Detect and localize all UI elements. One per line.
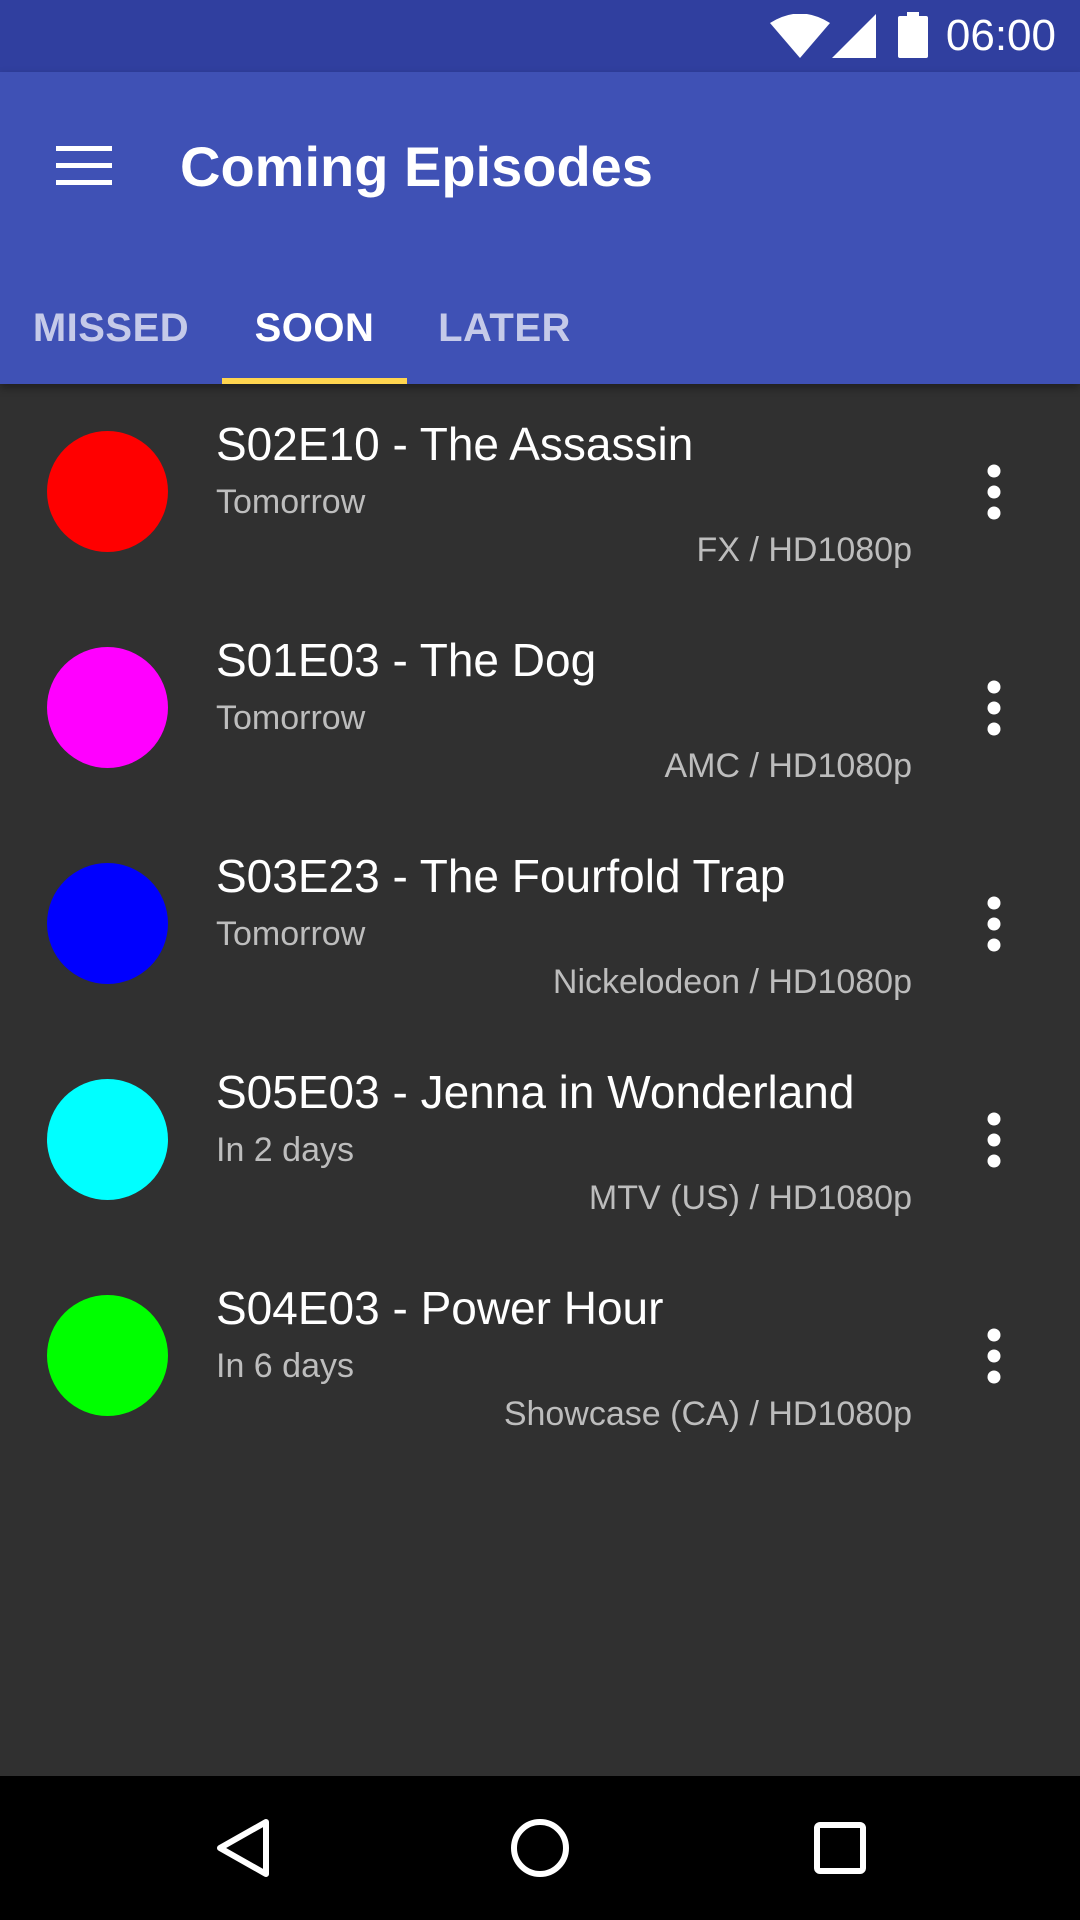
show-poster [47,1295,168,1416]
episode-airtime: In 2 days [216,1131,354,1169]
show-poster [47,1079,168,1200]
more-vert-icon [987,1328,1001,1384]
list-item[interactable]: S04E03 - Power Hour In 6 days Showcase (… [0,1248,1080,1464]
more-options-button[interactable] [958,660,1030,756]
show-poster [47,863,168,984]
more-options-button[interactable] [958,1308,1030,1404]
back-icon [217,1819,269,1877]
more-options-button[interactable] [958,876,1030,972]
navigation-bar [0,1776,1080,1920]
episode-title: S05E03 - Jenna in Wonderland [216,1066,855,1118]
tab-label: LATER [438,305,571,350]
tab-label: SOON [254,305,375,350]
episode-list: S02E10 - The Assassin Tomorrow FX / HD10… [0,384,1080,1464]
back-button[interactable] [192,1798,292,1898]
episode-title: S02E10 - The Assassin [216,418,694,470]
battery-icon [898,12,928,58]
episode-network: Nickelodeon / HD1080p [552,963,912,1001]
episode-airtime: Tomorrow [216,483,366,521]
home-button[interactable] [490,1798,590,1898]
show-poster [47,647,168,768]
more-vert-icon [987,680,1001,736]
episode-airtime: Tomorrow [216,915,366,953]
episode-airtime: In 6 days [216,1347,354,1385]
menu-button[interactable] [40,122,128,210]
list-item[interactable]: S03E23 - The Fourfold Trap Tomorrow Nick… [0,816,1080,1032]
tab-soon[interactable]: SOON [222,272,407,384]
page-title: Coming Episodes [180,135,653,198]
episode-title: S01E03 - The Dog [216,634,597,686]
episode-airtime: Tomorrow [216,699,366,737]
tab-label: MISSED [32,305,190,350]
tab-missed[interactable]: MISSED [0,272,222,384]
recents-icon [814,1822,866,1874]
more-options-button[interactable] [958,1092,1030,1188]
episode-network: MTV (US) / HD1080p [588,1179,912,1217]
list-item[interactable]: S02E10 - The Assassin Tomorrow FX / HD10… [0,384,1080,600]
episode-network: FX / HD1080p [696,531,912,569]
more-options-button[interactable] [958,444,1030,540]
more-vert-icon [987,896,1001,952]
app-bar: Coming Episodes MISSED SOON LATER [0,72,1080,384]
show-poster [47,431,168,552]
episode-network: Showcase (CA) / HD1080p [503,1395,912,1433]
list-item[interactable]: S05E03 - Jenna in Wonderland In 2 days M… [0,1032,1080,1248]
cell-signal-icon [832,14,876,58]
episode-title: S03E23 - The Fourfold Trap [216,850,786,902]
list-item[interactable]: S01E03 - The Dog Tomorrow AMC / HD1080p [0,600,1080,816]
clock: 06:00 [945,11,1056,60]
hamburger-menu-icon [56,146,112,185]
tab-later[interactable]: LATER [407,272,602,384]
home-icon [511,1819,569,1877]
more-vert-icon [987,464,1001,520]
recents-button[interactable] [790,1798,890,1898]
more-vert-icon [987,1112,1001,1168]
episode-network: AMC / HD1080p [664,747,912,785]
episode-title: S04E03 - Power Hour [216,1282,664,1334]
wifi-icon [770,14,830,58]
status-bar: 06:00 [0,0,1080,72]
